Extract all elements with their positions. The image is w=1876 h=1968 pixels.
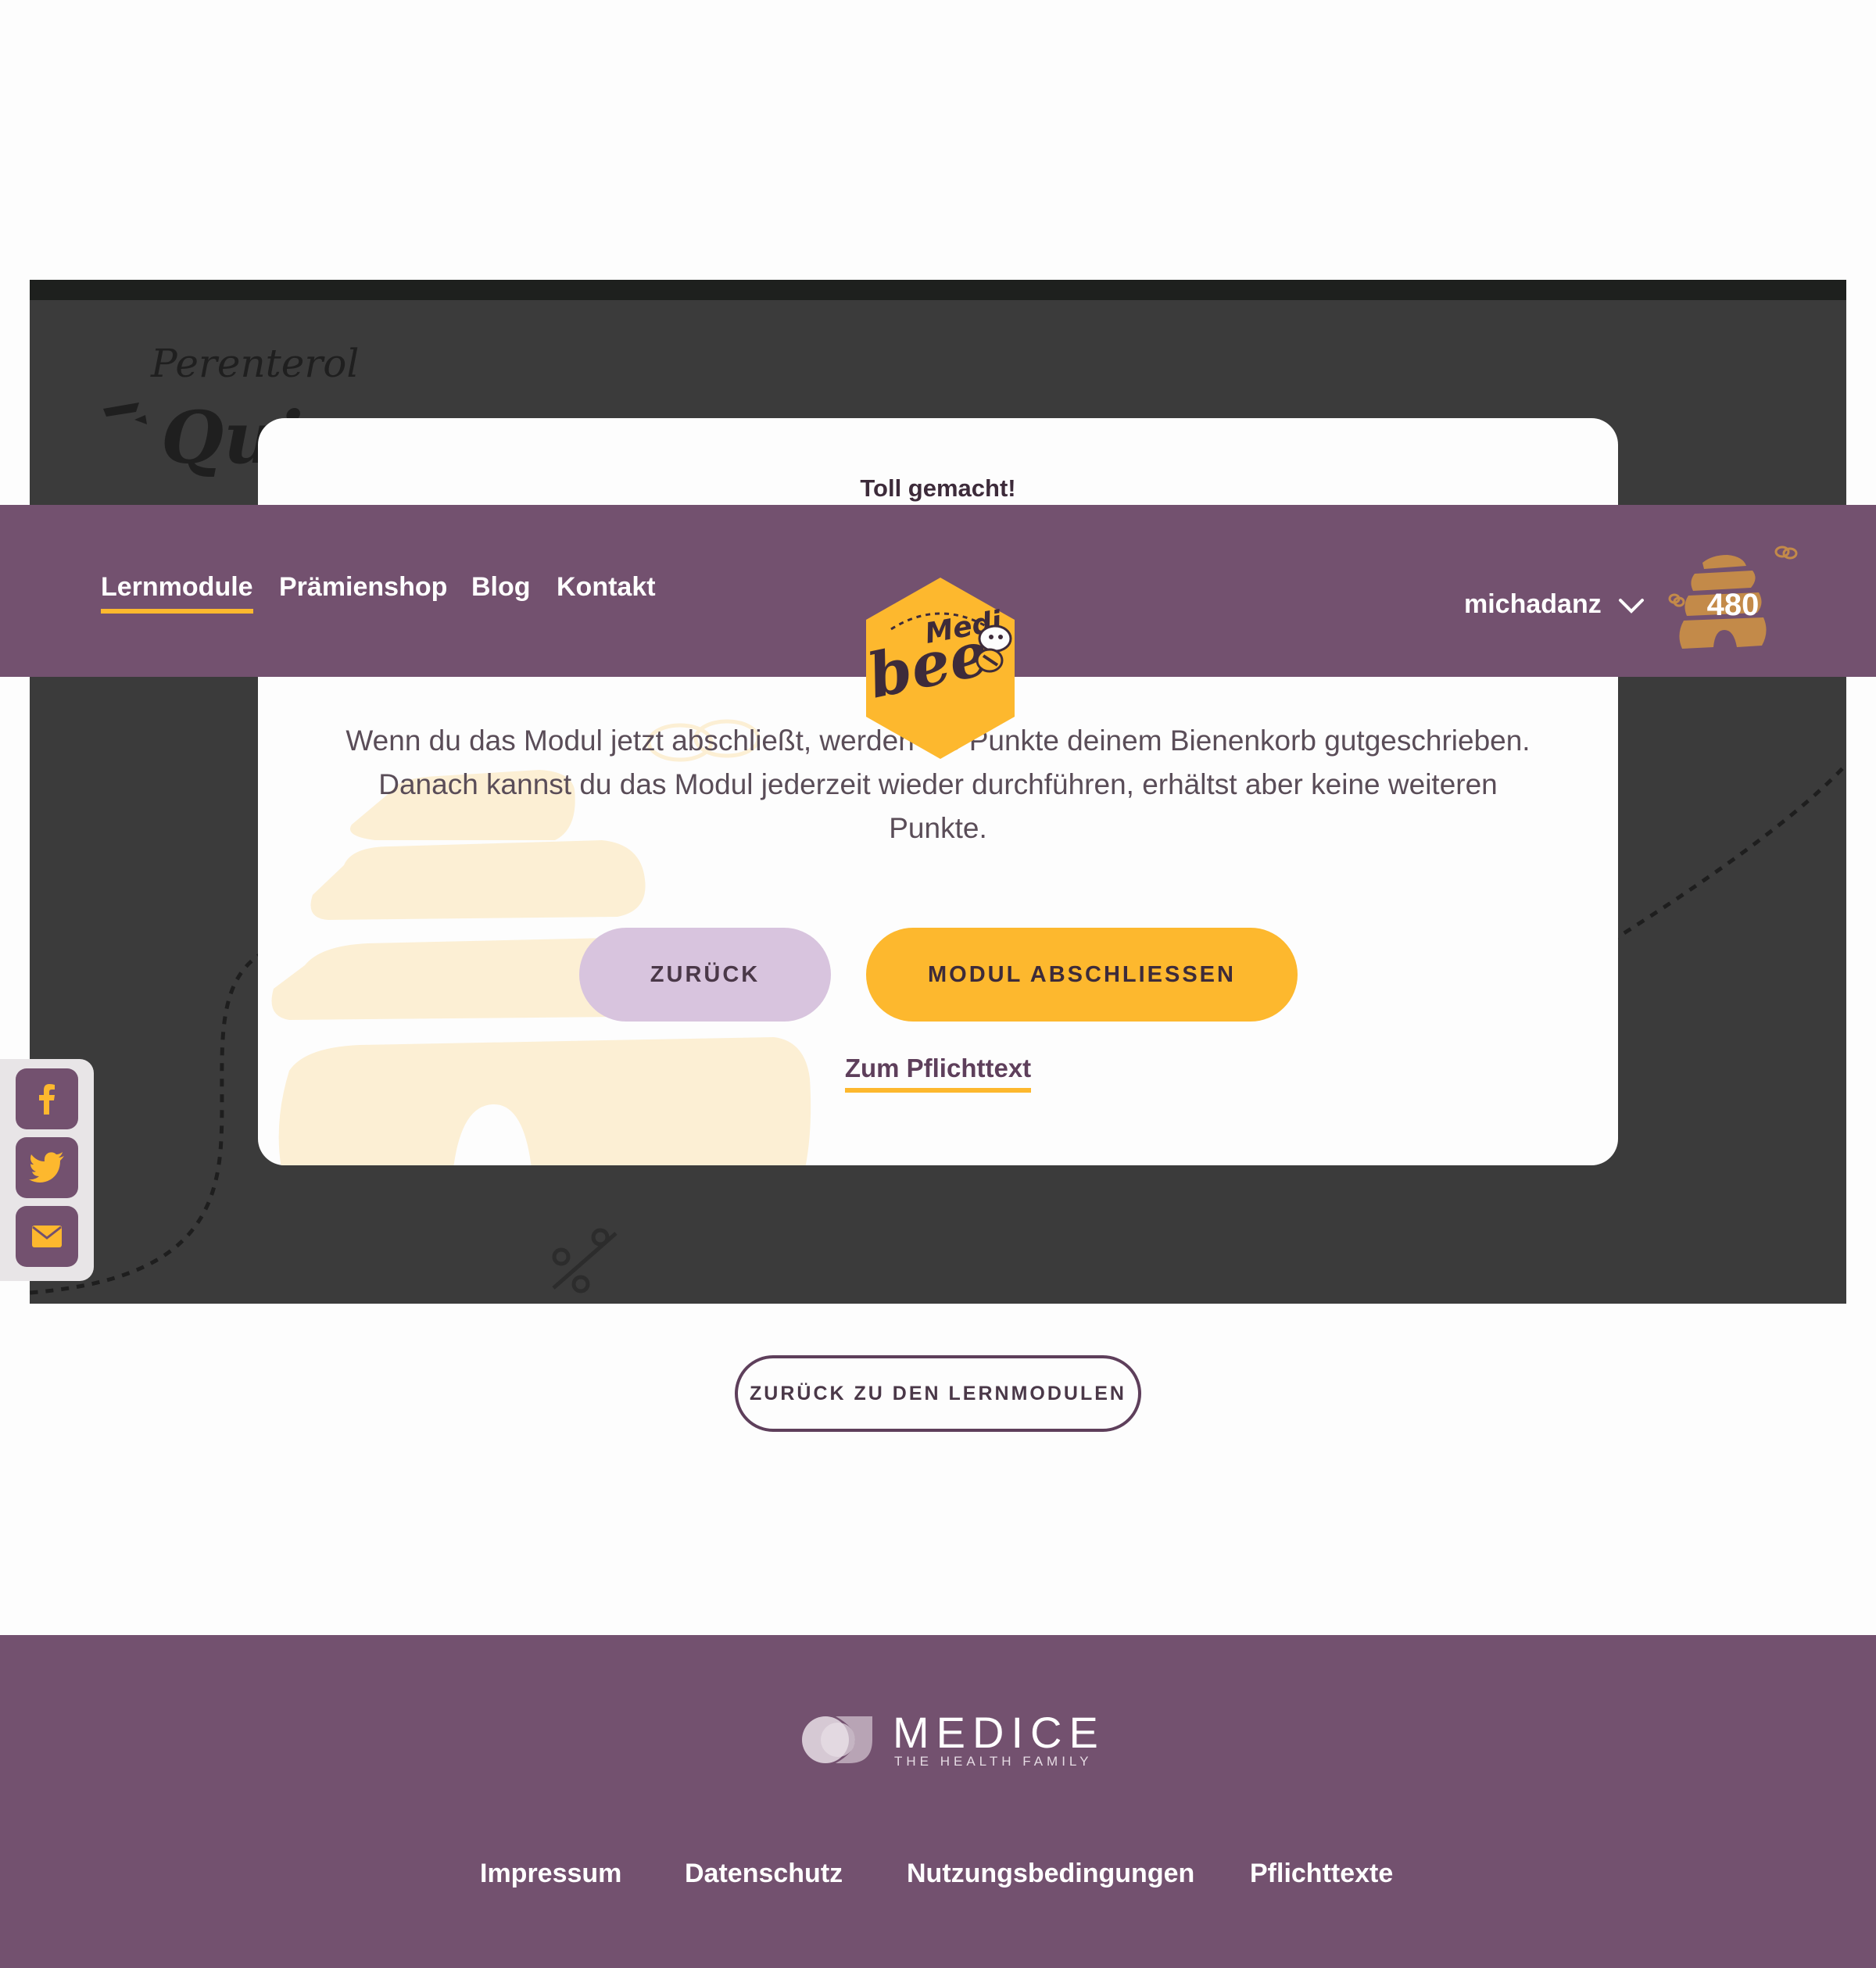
username: michadanz	[1464, 589, 1602, 619]
email-icon	[32, 1226, 62, 1247]
finish-module-button[interactable]: MODUL ABSCHLIESSEN	[866, 928, 1298, 1022]
medice-tagline: THE HEALTH FAMILY	[894, 1754, 1093, 1769]
nav-item-kontakt[interactable]: Kontakt	[557, 572, 656, 603]
footer-link-nutzungsbedingungen[interactable]: Nutzungsbedingungen	[907, 1859, 1194, 1889]
footer-link-impressum[interactable]: Impressum	[480, 1859, 621, 1889]
facebook-icon	[39, 1084, 55, 1115]
share-facebook-button[interactable]	[16, 1068, 78, 1129]
share-sidebar	[0, 1059, 94, 1281]
chevron-down-icon	[1619, 599, 1645, 614]
footer: MEDICE THE HEALTH FAMILY Impressum Daten…	[0, 1635, 1876, 1968]
nav-item-blog[interactable]: Blog	[471, 572, 531, 603]
nav-item-lernmodule[interactable]: Lernmodule	[101, 572, 253, 614]
medice-logo-icon	[802, 1716, 872, 1763]
mandatory-text-link-wrap: Zum Pflichttext	[258, 1054, 1618, 1093]
mandatory-text-link[interactable]: Zum Pflichttext	[844, 1054, 1032, 1093]
nav-item-praemienshop[interactable]: Prämienshop	[279, 572, 447, 603]
branch-icon	[552, 1228, 618, 1294]
share-email-button[interactable]	[16, 1206, 78, 1267]
twitter-icon	[29, 1152, 64, 1183]
user-menu[interactable]: michadanz	[1464, 589, 1645, 620]
medibee-logo[interactable]: Medi bee	[858, 574, 1022, 762]
back-button[interactable]: ZURÜCK	[579, 928, 831, 1022]
points-count: 480	[1706, 588, 1760, 622]
footer-link-datenschutz[interactable]: Datenschutz	[685, 1859, 843, 1889]
modal-title: Toll gemacht!	[860, 474, 1016, 502]
medice-brand: MEDICE	[893, 1708, 1105, 1757]
share-twitter-button[interactable]	[16, 1137, 78, 1198]
back-to-modules-button[interactable]: ZURÜCK ZU DEN LERNMODULEN	[735, 1355, 1141, 1432]
footer-link-pflichttexte[interactable]: Pflichttexte	[1250, 1859, 1393, 1889]
